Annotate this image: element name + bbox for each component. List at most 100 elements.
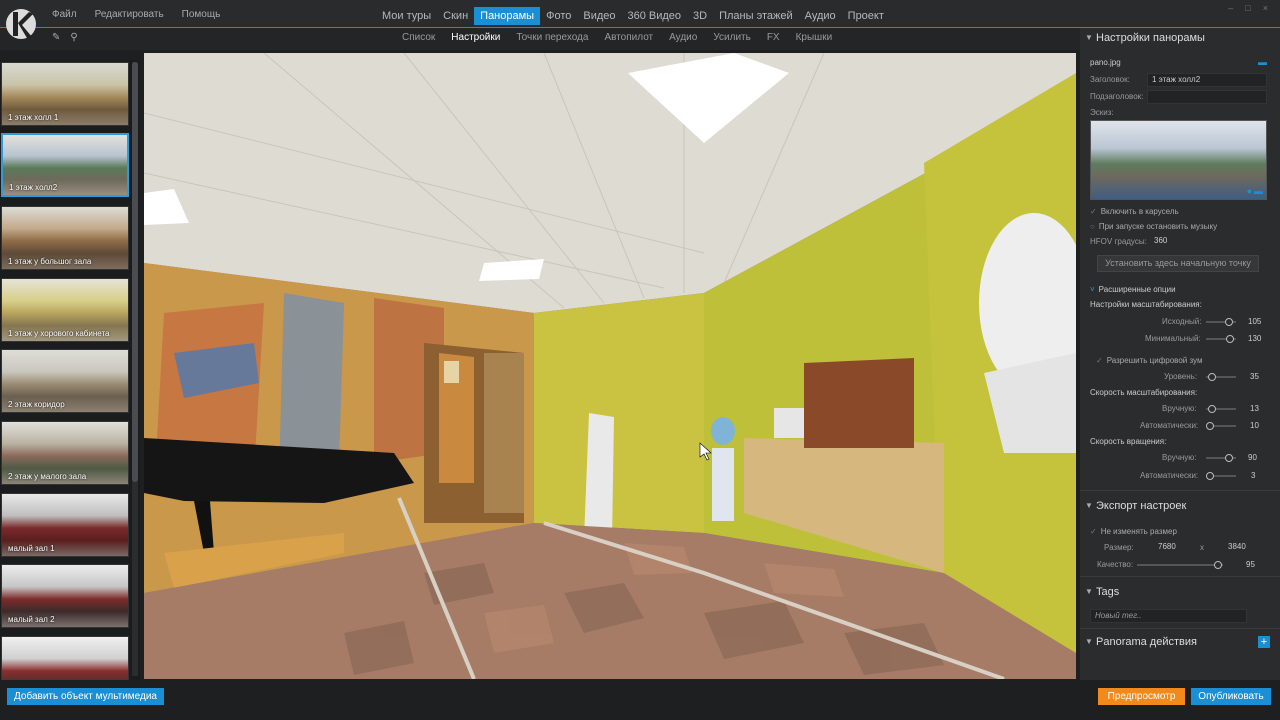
menu-edit[interactable]: Редактировать bbox=[95, 9, 164, 20]
subtab-audio[interactable]: Аудио bbox=[669, 32, 697, 43]
tab-audio[interactable]: Аудио bbox=[799, 7, 842, 25]
hfov-input[interactable]: 360 bbox=[1150, 235, 1178, 249]
tags-header[interactable]: ▼ Tags bbox=[1080, 582, 1280, 602]
subtab-autopilot[interactable]: Автопилот bbox=[604, 32, 653, 43]
zoom-auto-value[interactable]: 10 bbox=[1250, 421, 1259, 430]
panorama-thumb[interactable]: малый зал 1 bbox=[1, 493, 129, 557]
panorama-thumb[interactable] bbox=[1, 636, 129, 680]
panorama-thumb[interactable]: 1 этаж у хорового кабинета bbox=[1, 278, 129, 342]
advanced-options-toggle[interactable]: ˅ Расширенные опции bbox=[1090, 285, 1176, 294]
quality-slider[interactable] bbox=[1137, 561, 1223, 569]
slider-handle[interactable] bbox=[1225, 454, 1233, 462]
add-media-button[interactable]: Добавить объект мультимедиа bbox=[7, 688, 164, 705]
panorama-list: 1 этаж холл 1 1 этаж холл2 1 этаж у боль… bbox=[0, 60, 140, 680]
title-input[interactable]: 1 этаж холл2 bbox=[1147, 73, 1267, 87]
tab-project[interactable]: Проект bbox=[842, 7, 890, 25]
tag-icon[interactable]: ✎ bbox=[52, 32, 60, 43]
subtab-enhance[interactable]: Усилить bbox=[713, 32, 750, 43]
rotation-auto-value[interactable]: 3 bbox=[1251, 471, 1255, 480]
panorama-thumb[interactable]: малый зал 2 bbox=[1, 564, 129, 628]
minimum-zoom-slider[interactable] bbox=[1206, 335, 1236, 343]
subtab-caps[interactable]: Крышки bbox=[796, 32, 833, 43]
slider-handle[interactable] bbox=[1214, 561, 1222, 569]
thumb-label: 1 этаж холл 1 bbox=[8, 113, 59, 122]
initial-zoom-value[interactable]: 105 bbox=[1248, 317, 1261, 326]
menu-help[interactable]: Помощь bbox=[182, 9, 221, 20]
digital-zoom-checkbox[interactable]: ✓ Разрешить цифровой зум bbox=[1096, 356, 1202, 365]
tab-panoramas[interactable]: Панорамы bbox=[474, 7, 541, 25]
slider-handle[interactable] bbox=[1208, 405, 1216, 413]
sub-bar: ✎ ⚲ Список Настройки Точки перехода Авто… bbox=[0, 28, 1080, 50]
set-start-point-button[interactable]: Установить здесь начальную точку bbox=[1097, 255, 1259, 272]
minimum-zoom-value[interactable]: 130 bbox=[1248, 334, 1261, 343]
collapse-caret-icon: ▼ bbox=[1085, 33, 1093, 42]
panorama-viewer[interactable] bbox=[144, 53, 1076, 679]
slider-handle[interactable] bbox=[1225, 318, 1233, 326]
section-title: Panorama действия bbox=[1096, 636, 1197, 648]
rotation-manual-value[interactable]: 90 bbox=[1248, 453, 1257, 462]
subtab-fx[interactable]: FX bbox=[767, 32, 780, 43]
minimize-icon[interactable]: – bbox=[1228, 3, 1233, 13]
rotation-speed-label: Скорость вращения: bbox=[1090, 437, 1167, 446]
zoom-manual-slider[interactable] bbox=[1206, 405, 1236, 413]
level-value[interactable]: 35 bbox=[1250, 372, 1259, 381]
carousel-checkbox[interactable]: ✓ Включить в карусель bbox=[1090, 207, 1179, 216]
tab-video[interactable]: Видео bbox=[577, 7, 621, 25]
preview-button[interactable]: Предпросмотр bbox=[1098, 688, 1185, 705]
tab-3d[interactable]: 3D bbox=[687, 7, 713, 25]
panorama-actions-header[interactable]: ▼ Panorama действия bbox=[1080, 632, 1280, 652]
slider-handle[interactable] bbox=[1208, 373, 1216, 381]
divider bbox=[1080, 576, 1280, 577]
width-input[interactable]: 7680 bbox=[1152, 541, 1194, 555]
zoom-auto-slider[interactable] bbox=[1206, 422, 1236, 430]
panorama-list-scrollbar[interactable] bbox=[132, 62, 138, 676]
minimum-zoom-label: Минимальный: bbox=[1145, 334, 1201, 343]
stop-music-label: При запуске остановить музыку bbox=[1098, 222, 1218, 231]
stop-music-checkbox[interactable]: ○ При запуске остановить музыку bbox=[1090, 222, 1217, 231]
subtab-hotspots[interactable]: Точки перехода bbox=[516, 32, 588, 43]
level-slider[interactable] bbox=[1206, 373, 1236, 381]
zoom-manual-value[interactable]: 13 bbox=[1250, 404, 1259, 413]
panorama-thumb[interactable]: 1 этаж у большог зала bbox=[1, 206, 129, 270]
panorama-thumb[interactable]: 2 этаж у малого зала bbox=[1, 421, 129, 485]
panorama-thumb[interactable]: 2 этаж коридор bbox=[1, 349, 129, 413]
initial-zoom-slider[interactable] bbox=[1206, 318, 1236, 326]
export-settings-header[interactable]: ▼ Экспорт настроек bbox=[1080, 496, 1280, 516]
rotation-manual-slider[interactable] bbox=[1206, 454, 1236, 462]
collapse-caret-icon: ▼ bbox=[1085, 637, 1093, 646]
main-menu: Файл Редактировать Помощь bbox=[52, 0, 220, 28]
height-input[interactable]: 3840 bbox=[1212, 541, 1262, 555]
folder-icon[interactable]: ▬ bbox=[1258, 57, 1267, 67]
tab-floor-plans[interactable]: Планы этажей bbox=[713, 7, 799, 25]
menu-file[interactable]: Файл bbox=[52, 9, 77, 20]
panorama-settings-header[interactable]: ▼ Настройки панорамы bbox=[1080, 28, 1280, 48]
maximize-icon[interactable]: □ bbox=[1245, 3, 1250, 13]
keep-size-checkbox[interactable]: ✓ Не изменять размер bbox=[1090, 527, 1177, 536]
search-icon[interactable]: ⚲ bbox=[70, 32, 77, 43]
folder-icon[interactable]: ▬ bbox=[1254, 186, 1263, 196]
thumb-label: малый зал 2 bbox=[8, 615, 55, 624]
tab-360-video[interactable]: 360 Видео bbox=[622, 7, 688, 25]
thumbnail-preview[interactable]: ● ▬ bbox=[1090, 120, 1267, 200]
size-x-label: x bbox=[1200, 543, 1204, 552]
slider-handle[interactable] bbox=[1206, 472, 1214, 480]
slider-handle[interactable] bbox=[1226, 335, 1234, 343]
add-action-button[interactable]: + bbox=[1258, 636, 1270, 648]
camera-icon[interactable]: ● bbox=[1247, 186, 1252, 196]
subtitle-input[interactable] bbox=[1147, 90, 1267, 104]
tab-photo[interactable]: Фото bbox=[540, 7, 577, 25]
close-icon[interactable]: × bbox=[1263, 3, 1268, 13]
tab-my-tours[interactable]: Мои туры bbox=[376, 7, 437, 25]
panorama-thumb[interactable]: 1 этаж холл 1 bbox=[1, 62, 129, 126]
slider-handle[interactable] bbox=[1206, 422, 1214, 430]
subtab-settings[interactable]: Настройки bbox=[451, 32, 500, 43]
new-tag-input[interactable]: Новый тег.. bbox=[1090, 609, 1247, 623]
rotation-auto-slider[interactable] bbox=[1206, 472, 1236, 480]
quality-value[interactable]: 95 bbox=[1246, 560, 1255, 569]
scrollbar-thumb[interactable] bbox=[132, 62, 138, 482]
tab-skin[interactable]: Скин bbox=[437, 7, 474, 25]
subtab-list[interactable]: Список bbox=[402, 32, 435, 43]
initial-zoom-label: Исходный: bbox=[1162, 317, 1202, 326]
panorama-thumb[interactable]: 1 этаж холл2 bbox=[1, 133, 129, 197]
publish-button[interactable]: Опубликовать bbox=[1191, 688, 1271, 705]
